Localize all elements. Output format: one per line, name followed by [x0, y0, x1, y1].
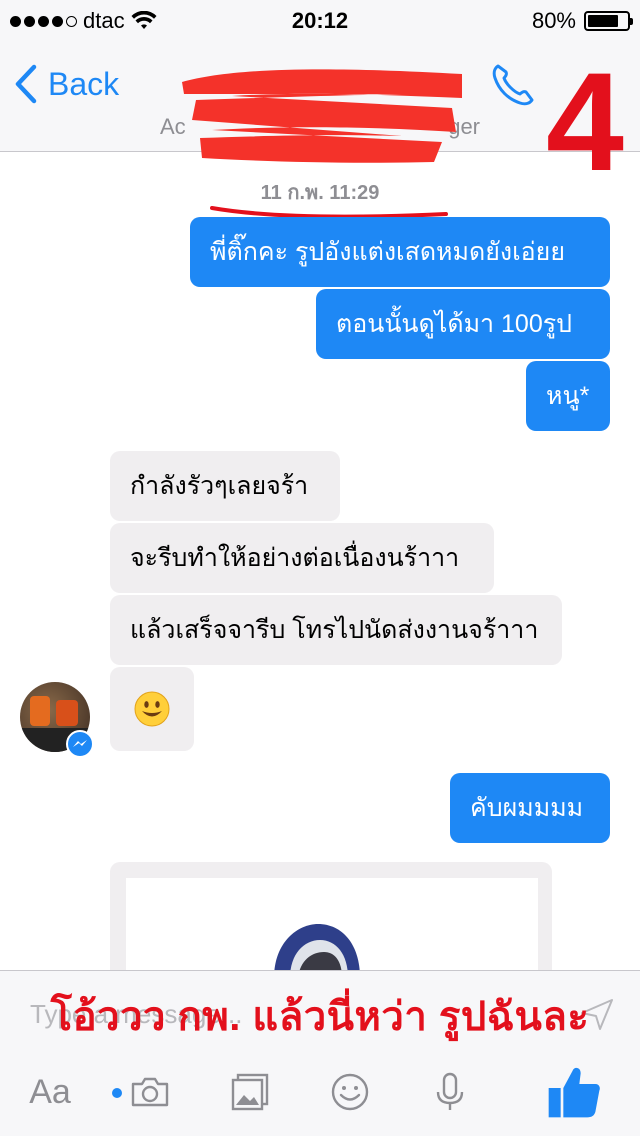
gallery-icon [231, 1073, 269, 1111]
thumbs-up-icon [548, 1067, 600, 1118]
camera-button[interactable] [124, 1062, 176, 1122]
battery-percent: 80% [531, 8, 576, 33]
camera-indicator-dot [112, 1088, 122, 1098]
back-label: Back [48, 65, 120, 102]
message-text: ตอนนั้นดูได้มา 100รูป [336, 310, 573, 338]
status-right: 80% [531, 8, 633, 34]
messenger-icon [73, 740, 87, 747]
message-text: หนู* [546, 382, 590, 410]
aa-label: Aa [29, 1072, 71, 1111]
redaction-scribble [182, 69, 462, 163]
message-bubble-incoming[interactable]: กำลังรัวๆเลยจร้า [110, 451, 340, 521]
battery-icon [584, 11, 633, 31]
message-bubble-outgoing[interactable]: ตอนนั้นดูได้มา 100รูป [316, 289, 610, 359]
overlay-number: 4 [546, 50, 624, 190]
message-bubble-emoji[interactable] [110, 667, 194, 751]
composer-toolbar: Aa [0, 1062, 640, 1122]
chevron-left-icon [15, 64, 37, 104]
emoji-icon [331, 1073, 369, 1111]
message-text: แล้วเสร็จจารีบ โทรไปนัดส่งงานจร้าาา [130, 616, 539, 644]
message-bubble-incoming[interactable]: แล้วเสร็จจารีบ โทรไปนัดส่งงานจร้าาา [110, 595, 562, 665]
smiley-emoji-icon [134, 691, 170, 727]
overlay-caption: โอ้ววว กพ. แล้วนี่หว่า รูปฉันละ [50, 995, 590, 1039]
message-text: กำลังรัวๆเลยจร้า [130, 472, 309, 500]
message-bubble-outgoing[interactable]: พี่ติ๊กคะ รูปอังแต่งเสดหมดยังเอ่ยย [190, 217, 610, 287]
message-text: คับผมมมม [470, 794, 584, 822]
messenger-badge [66, 730, 94, 758]
camera-icon [131, 1077, 169, 1107]
navigation-bar: Back Ac ger 4 [0, 40, 640, 190]
emoji-button[interactable] [324, 1062, 376, 1122]
text-format-button[interactable]: Aa [20, 1062, 80, 1122]
message-bubble-incoming[interactable]: จะรีบทำให้อย่างต่อเนื่องนร้าาา [110, 523, 494, 593]
like-button[interactable] [542, 1062, 606, 1122]
message-bubble-outgoing[interactable]: คับผมมมม [450, 773, 610, 843]
gallery-button[interactable] [224, 1062, 276, 1122]
message-text: จะรีบทำให้อย่างต่อเนื่องนร้าาา [130, 544, 460, 572]
microphone-button[interactable] [424, 1062, 476, 1122]
phone-icon[interactable] [488, 60, 538, 110]
back-button[interactable]: Back [14, 64, 119, 104]
message-text: พี่ติ๊กคะ รูปอังแต่งเสดหมดยังเอ่ยย [210, 238, 565, 266]
microphone-icon [436, 1072, 464, 1110]
message-bubble-outgoing[interactable]: หนู* [526, 361, 610, 431]
overlay-number-graphic: 4 [546, 50, 624, 190]
status-bar: dtac 20:12 80% [0, 0, 640, 40]
